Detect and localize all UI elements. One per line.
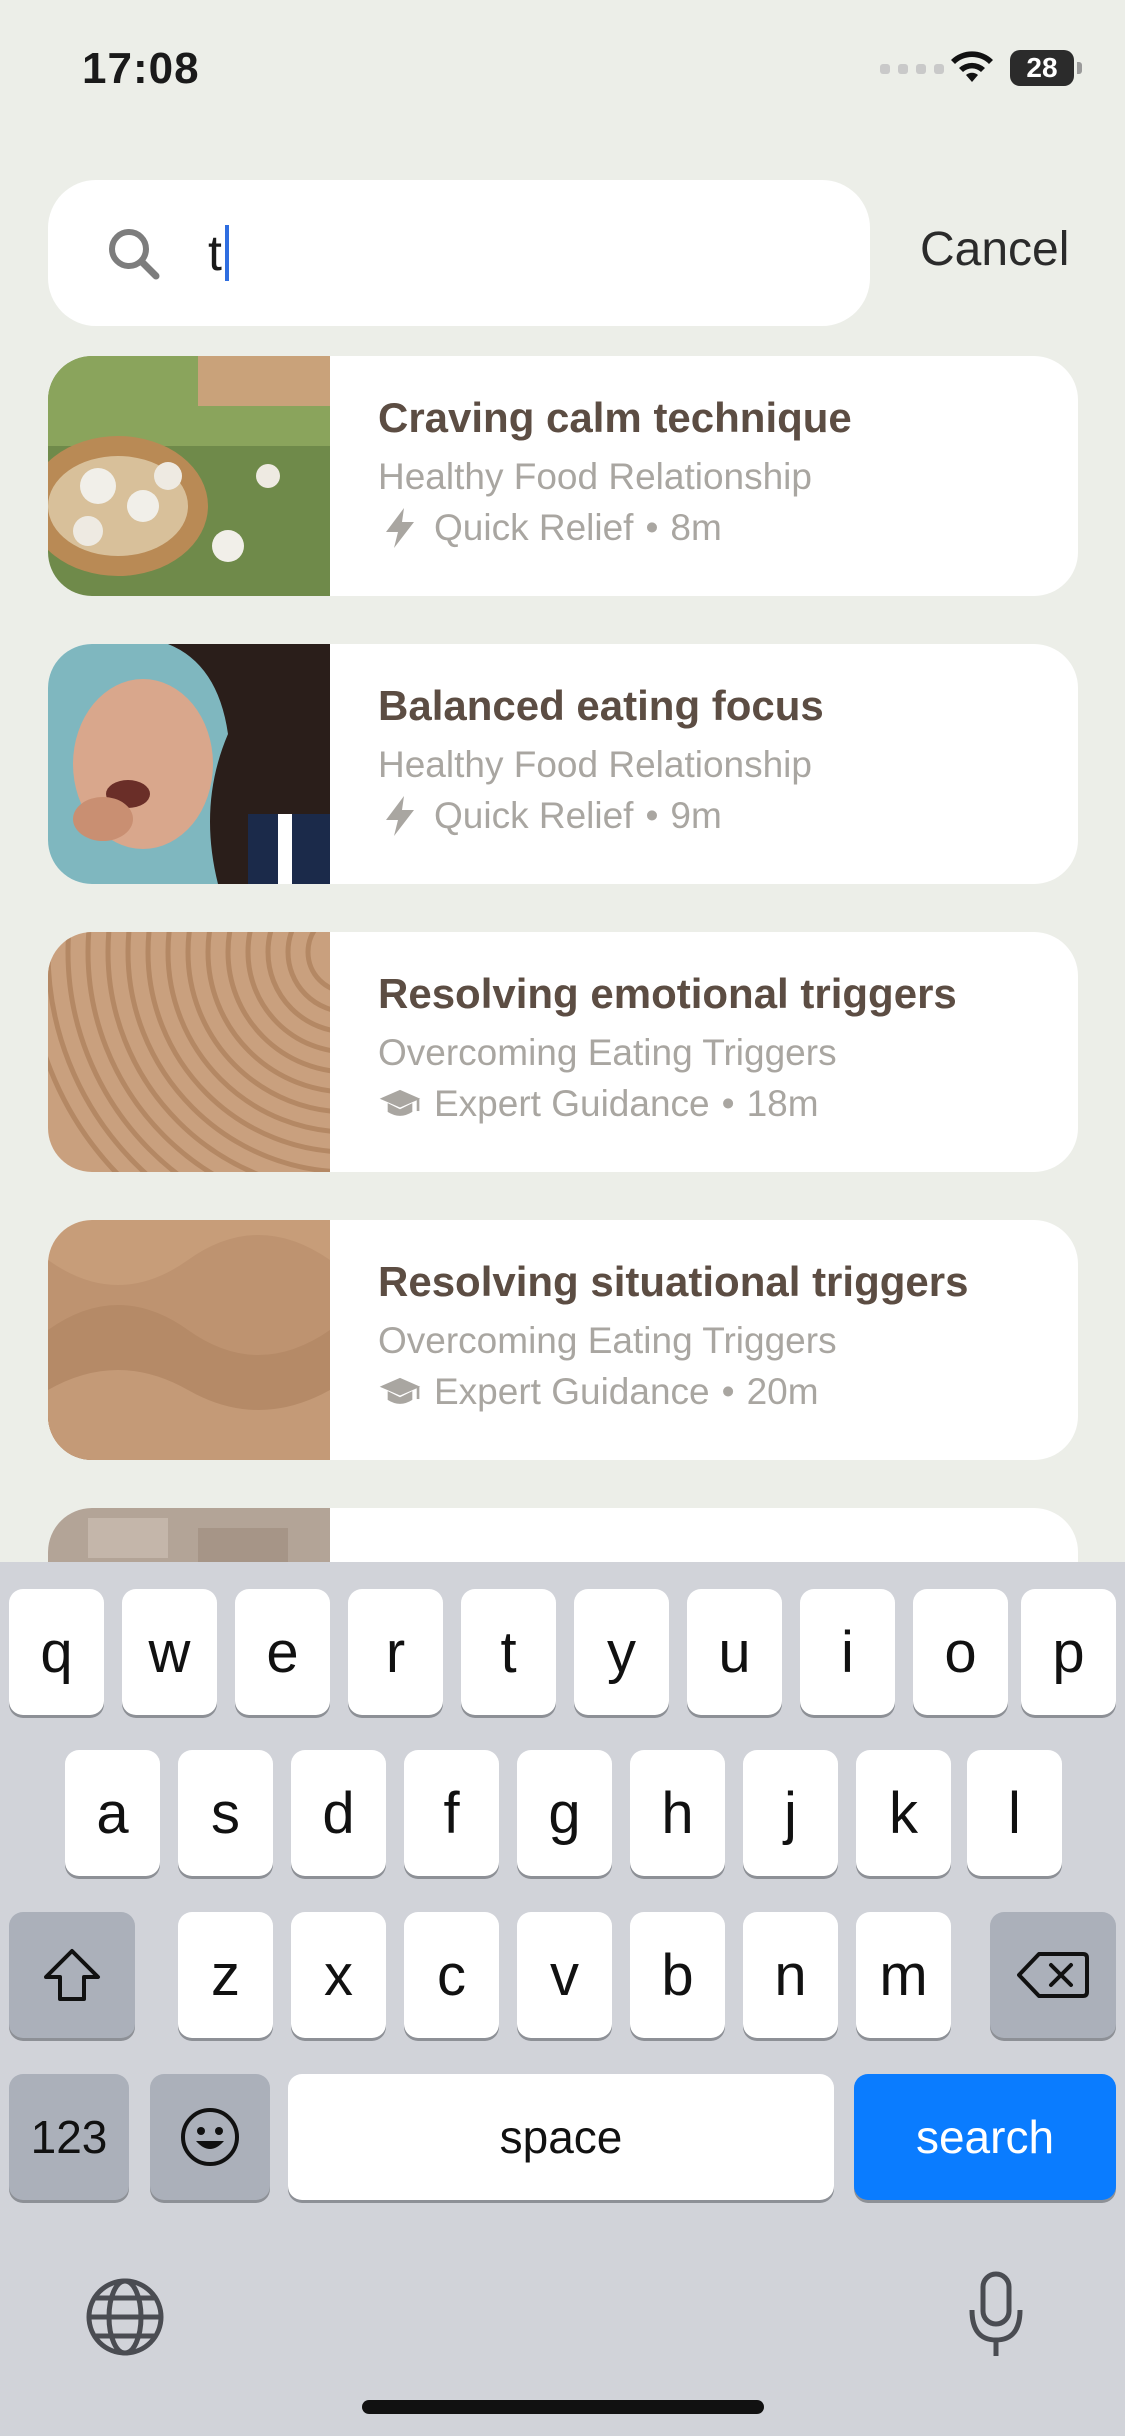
result-category: Expert Guidance	[434, 1083, 710, 1124]
key-r[interactable]: r	[348, 1589, 443, 1715]
key-f[interactable]: f	[404, 1750, 499, 1876]
result-card[interactable]: Craving calm technique Healthy Food Rela…	[48, 356, 1078, 596]
result-subtitle: Healthy Food Relationship	[378, 456, 812, 497]
key-h[interactable]: h	[630, 1750, 725, 1876]
key-y[interactable]: y	[574, 1589, 669, 1715]
space-key[interactable]: space	[288, 2074, 834, 2200]
key-q[interactable]: q	[9, 1589, 104, 1715]
graduation-cap-icon	[379, 1377, 421, 1404]
result-category: Expert Guidance	[434, 1371, 710, 1412]
result-title: Resolving emotional triggers	[378, 970, 957, 1017]
search-icon	[109, 229, 160, 280]
key-e[interactable]: e	[235, 1589, 330, 1715]
backspace-key[interactable]	[990, 1912, 1116, 2038]
cellular-signal-icon	[880, 64, 944, 74]
result-meta: Expert Guidance • 18m	[378, 1082, 819, 1126]
key-z[interactable]: z	[178, 1912, 273, 2038]
backspace-icon	[1017, 1952, 1089, 1998]
key-x[interactable]: x	[291, 1912, 386, 2038]
emoji-key[interactable]	[150, 2074, 270, 2200]
key-s[interactable]: s	[178, 1750, 273, 1876]
result-subtitle: Overcoming Eating Triggers	[378, 1320, 837, 1361]
shift-icon	[44, 1949, 100, 2001]
meta-separator: •	[645, 507, 659, 548]
result-card[interactable]: Resolving situational triggers Overcomin…	[48, 1220, 1078, 1460]
search-bar[interactable]: t	[48, 180, 870, 326]
status-time: 17:08	[82, 44, 200, 93]
search-input[interactable]: t	[208, 216, 828, 290]
thumbnail-image	[48, 356, 330, 596]
text-cursor	[224, 225, 229, 281]
key-v[interactable]: v	[517, 1912, 612, 2038]
result-category: Quick Relief	[434, 795, 634, 836]
key-u[interactable]: u	[687, 1589, 782, 1715]
graduation-cap-icon	[379, 1089, 421, 1116]
result-meta: Quick Relief • 8m	[378, 506, 722, 550]
cancel-button[interactable]: Cancel	[920, 222, 1069, 277]
result-meta: Quick Relief • 9m	[378, 794, 722, 838]
result-meta: Expert Guidance • 20m	[378, 1370, 819, 1414]
key-m[interactable]: m	[856, 1912, 951, 2038]
numbers-key[interactable]: 123	[9, 2074, 129, 2200]
key-j[interactable]: j	[743, 1750, 838, 1876]
lightning-icon	[386, 508, 414, 548]
meta-separator: •	[721, 1371, 735, 1412]
result-duration: 18m	[746, 1083, 819, 1124]
result-subtitle: Overcoming Eating Triggers	[378, 1032, 837, 1073]
search-key[interactable]: search	[854, 2074, 1116, 2200]
key-w[interactable]: w	[122, 1589, 217, 1715]
key-n[interactable]: n	[743, 1912, 838, 2038]
result-card[interactable]: Resolving emotional triggers Overcoming …	[48, 932, 1078, 1172]
microphone-icon[interactable]	[966, 2270, 1026, 2362]
key-t[interactable]: t	[461, 1589, 556, 1715]
result-subtitle: Healthy Food Relationship	[378, 744, 812, 785]
key-p[interactable]: p	[1021, 1589, 1116, 1715]
meta-separator: •	[645, 795, 659, 836]
result-title: Resolving situational triggers	[378, 1258, 969, 1305]
status-bar: 17:08 28	[0, 0, 1125, 140]
result-title: Craving calm technique	[378, 394, 852, 441]
key-l[interactable]: l	[967, 1750, 1062, 1876]
meta-separator: •	[721, 1083, 735, 1124]
result-title: Balanced eating focus	[378, 682, 824, 729]
thumbnail-image	[48, 1220, 330, 1460]
result-card[interactable]: Balanced eating focus Healthy Food Relat…	[48, 644, 1078, 884]
key-i[interactable]: i	[800, 1589, 895, 1715]
key-a[interactable]: a	[65, 1750, 160, 1876]
result-duration: 8m	[670, 507, 722, 548]
result-category: Quick Relief	[434, 507, 634, 548]
shift-key[interactable]	[9, 1912, 135, 2038]
result-duration: 20m	[746, 1371, 819, 1412]
key-g[interactable]: g	[517, 1750, 612, 1876]
wifi-icon	[951, 51, 993, 82]
emoji-icon	[181, 2108, 239, 2166]
battery-icon: 28	[1010, 50, 1082, 86]
key-o[interactable]: o	[913, 1589, 1008, 1715]
search-query: t	[208, 225, 222, 281]
thumbnail-image	[48, 644, 330, 884]
key-d[interactable]: d	[291, 1750, 386, 1876]
key-b[interactable]: b	[630, 1912, 725, 2038]
thumbnail-image	[48, 932, 330, 1172]
lightning-icon	[386, 796, 414, 836]
result-duration: 9m	[670, 795, 722, 836]
home-indicator	[362, 2400, 764, 2414]
key-k[interactable]: k	[856, 1750, 951, 1876]
globe-icon[interactable]	[84, 2276, 166, 2358]
key-c[interactable]: c	[404, 1912, 499, 2038]
